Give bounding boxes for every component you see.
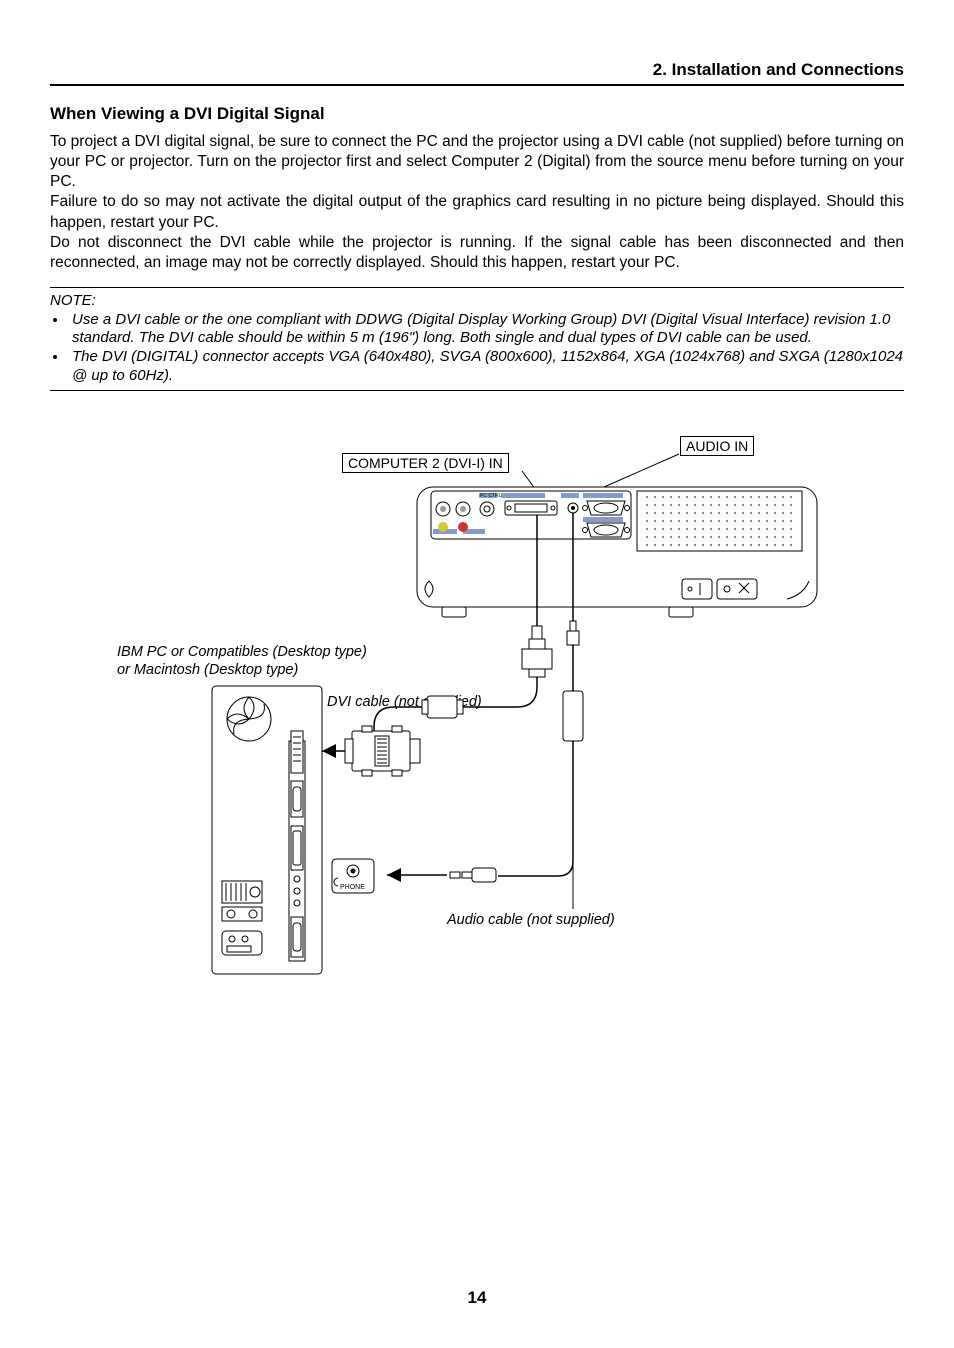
- section-header: 2. Installation and Connections: [50, 60, 904, 86]
- paragraph-3: Do not disconnect the DVI cable while th…: [50, 233, 904, 273]
- paragraph-2: Failure to do so may not activate the di…: [50, 192, 904, 232]
- connection-diagram: COMPUTER 2 (DVI-I) IN AUDIO IN IBM PC or…: [127, 431, 827, 991]
- note-block: NOTE: Use a DVI cable or the one complia…: [50, 287, 904, 391]
- panel-label-pcctrl: PC CTRL: [480, 493, 502, 499]
- diagram-svg: PC CTRL: [127, 431, 827, 991]
- pc-tower-icon: [212, 686, 322, 974]
- note-item-1: Use a DVI cable or the one compliant wit…: [68, 311, 904, 349]
- phone-jack-icon: PHONE: [332, 859, 374, 893]
- arrow-left-icon: [387, 868, 447, 882]
- note-label: NOTE:: [50, 292, 904, 311]
- body-text: To project a DVI digital signal, be sure…: [50, 132, 904, 273]
- subsection-header: When Viewing a DVI Digital Signal: [50, 104, 904, 124]
- arrow-left-icon-2: [322, 744, 345, 758]
- projector-icon: PC CTRL: [417, 487, 817, 617]
- note-item-2: The DVI (DIGITAL) connector accepts VGA …: [68, 348, 904, 386]
- paragraph-1: To project a DVI digital signal, be sure…: [50, 132, 904, 192]
- phone-label: PHONE: [340, 884, 365, 891]
- page-number: 14: [0, 1288, 954, 1308]
